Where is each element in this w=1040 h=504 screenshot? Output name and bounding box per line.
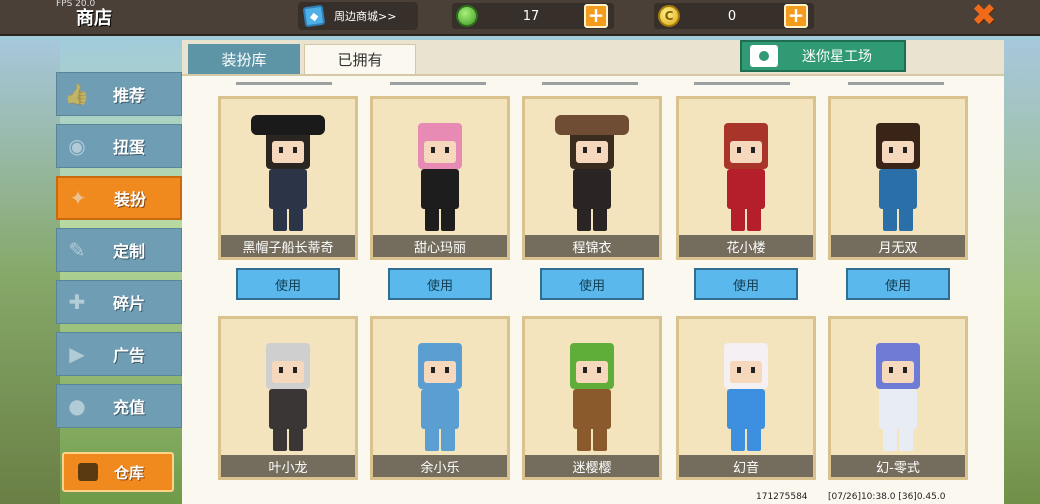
character-figure	[395, 333, 485, 457]
skin-name: 花小楼	[679, 235, 813, 257]
add-coins-button[interactable]: +	[784, 4, 808, 28]
skin-card[interactable]: 花小楼	[676, 96, 816, 260]
character-figure	[243, 333, 333, 457]
warehouse-icon	[78, 463, 98, 481]
thumbs-up-icon: 👍	[64, 82, 90, 106]
use-skin-button[interactable]: 使用	[388, 268, 492, 300]
skin-name: 余小乐	[373, 455, 507, 477]
character-figure	[547, 333, 637, 457]
divider	[390, 82, 486, 85]
use-skin-button[interactable]: 使用	[236, 268, 340, 300]
skin-artwork	[525, 319, 659, 457]
skin-artwork	[831, 319, 965, 457]
skin-artwork	[679, 319, 813, 457]
gem-balance: 17 +	[452, 3, 614, 29]
sidebar-item-label: 广告	[113, 346, 146, 365]
coin-count: 0	[727, 8, 737, 24]
use-skin-button[interactable]: 使用	[846, 268, 950, 300]
skin-artwork	[373, 319, 507, 457]
tab-owned[interactable]: 已拥有	[304, 44, 416, 74]
sidebar-item-gacha[interactable]: ◉ 扭蛋	[56, 124, 182, 168]
sidebar-item-label: 装扮	[114, 190, 147, 209]
skin-name: 幻音	[679, 455, 813, 477]
skin-artwork	[831, 99, 965, 237]
page-title: 商店	[76, 8, 112, 29]
add-gems-button[interactable]: +	[584, 4, 608, 28]
skin-artwork	[221, 319, 355, 457]
sidebar-item-label: 充值	[113, 398, 146, 417]
merch-store-link[interactable]: ◆ 周边商城>>	[298, 2, 418, 30]
skin-card[interactable]: 幻音	[676, 316, 816, 480]
tab-costume-library[interactable]: 装扮库	[188, 44, 300, 74]
shopping-bag-icon: ◆	[302, 4, 326, 28]
character-figure	[547, 113, 637, 237]
skin-artwork	[373, 99, 507, 237]
use-skin-button[interactable]: 使用	[540, 268, 644, 300]
footer-version: [07/26]10:38.0 [36]0.45.0	[828, 492, 946, 502]
skin-name: 月无双	[831, 235, 965, 257]
skin-artwork	[221, 99, 355, 237]
sidebar-item-label: 扭蛋	[113, 138, 146, 157]
megaphone-icon: ▶	[69, 342, 85, 366]
character-figure	[701, 333, 791, 457]
divider	[542, 82, 638, 85]
skin-card[interactable]: 月无双	[828, 96, 968, 260]
divider	[236, 82, 332, 85]
skin-name: 甜心玛丽	[373, 235, 507, 257]
background-scenery-right	[1000, 40, 1040, 504]
skin-card[interactable]: 叶小龙	[218, 316, 358, 480]
skin-card[interactable]: 迷樱樱	[522, 316, 662, 480]
character-figure	[395, 113, 485, 237]
coin-balance: C 0 +	[654, 3, 814, 29]
puzzle-icon: ✚	[68, 290, 86, 314]
gem-count: 17	[522, 8, 540, 24]
camera-icon	[750, 45, 778, 67]
character-figure	[853, 333, 943, 457]
skin-name: 迷樱樱	[525, 455, 659, 477]
skin-name: 幻-零式	[831, 455, 965, 477]
sidebar-item-fragments[interactable]: ✚ 碎片	[56, 280, 182, 324]
skin-card[interactable]: 余小乐	[370, 316, 510, 480]
skin-name: 黑帽子船长蒂奇	[221, 235, 355, 257]
skin-card[interactable]: 黑帽子船长蒂奇	[218, 96, 358, 260]
main-panel: 装扮库 已拥有 迷你星工场 黑帽子船长蒂奇使用 甜心玛丽使用 程锦衣使用 花小楼使用 月…	[182, 40, 1004, 504]
sidebar-item-label: 碎片	[113, 294, 146, 313]
merch-store-label: 周边商城>>	[334, 10, 397, 23]
skin-artwork	[679, 99, 813, 237]
background-scenery-left	[0, 40, 60, 504]
use-skin-button[interactable]: 使用	[694, 268, 798, 300]
footer-id: 171275584	[756, 492, 808, 502]
sidebar-item-label: 推荐	[113, 86, 146, 105]
sidebar-item-label: 定制	[113, 242, 146, 261]
warehouse-label: 仓库	[114, 463, 145, 482]
sidebar-item-costume[interactable]: ✦ 装扮	[56, 176, 182, 220]
sidebar-item-customize[interactable]: ✎ 定制	[56, 228, 182, 272]
close-button[interactable]: ✖	[964, 0, 1004, 34]
coins-icon: ●	[68, 394, 86, 418]
top-bar: FPS 20.0 商店 ◆ 周边商城>> 17 + C 0 + ✖	[0, 0, 1040, 36]
character-figure	[701, 113, 791, 237]
character-figure	[243, 113, 333, 237]
sidebar-item-ads[interactable]: ▶ 广告	[56, 332, 182, 376]
hanger-icon: ✦	[69, 186, 87, 210]
skin-card[interactable]: 甜心玛丽	[370, 96, 510, 260]
workshop-label: 迷你星工场	[802, 49, 872, 65]
brush-icon: ✎	[68, 238, 86, 262]
warehouse-button[interactable]: 仓库	[62, 452, 174, 492]
coin-icon: C	[658, 5, 680, 27]
gem-icon	[456, 5, 478, 27]
capsule-icon: ◉	[68, 134, 86, 158]
character-figure	[853, 113, 943, 237]
divider	[848, 82, 944, 85]
skin-card[interactable]: 幻-零式	[828, 316, 968, 480]
sidebar-item-recommend[interactable]: 👍 推荐	[56, 72, 182, 116]
skin-name: 叶小龙	[221, 455, 355, 477]
mini-workshop-button[interactable]: 迷你星工场	[740, 40, 906, 72]
skin-card[interactable]: 程锦衣	[522, 96, 662, 260]
skin-name: 程锦衣	[525, 235, 659, 257]
divider	[694, 82, 790, 85]
skin-artwork	[525, 99, 659, 237]
sidebar-item-recharge[interactable]: ● 充值	[56, 384, 182, 428]
sidebar: 👍 推荐 ◉ 扭蛋 ✦ 装扮 ✎ 定制 ✚ 碎片 ▶ 广告 ● 充值	[56, 72, 182, 436]
